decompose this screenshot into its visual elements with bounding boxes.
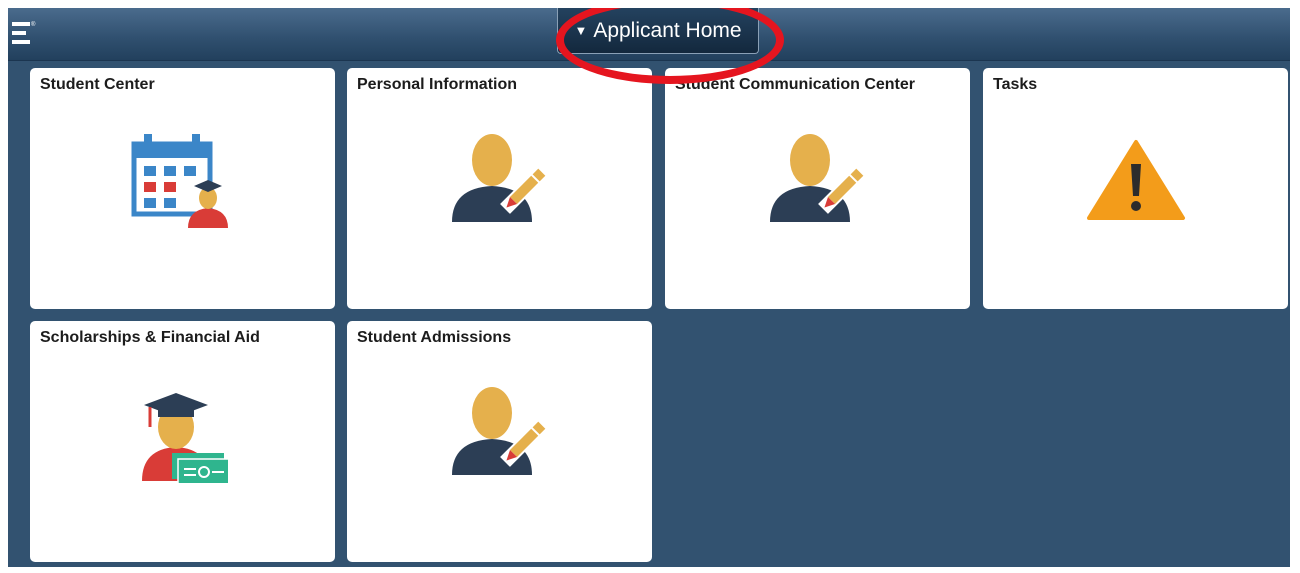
warning-icon <box>1086 138 1186 225</box>
graduate-money-icon <box>138 383 231 488</box>
person-edit-icon <box>450 381 550 486</box>
app-window: ® ▼ Applicant Home Student Center Person… <box>8 8 1290 567</box>
homepage-selector-dropdown[interactable]: ▼ Applicant Home <box>557 8 759 54</box>
tile-tasks[interactable]: Tasks <box>983 68 1288 309</box>
tile-title: Tasks <box>993 76 1038 93</box>
tile-student-admissions[interactable]: Student Admissions <box>347 321 652 562</box>
calendar-student-icon <box>130 130 234 233</box>
tile-title: Personal Information <box>357 76 518 93</box>
person-edit-icon <box>450 128 550 233</box>
tile-title: Student Admissions <box>357 329 512 346</box>
tile-title: Student Communication Center <box>675 76 916 93</box>
tile-title: Scholarships & Financial Aid <box>40 329 260 346</box>
tile-scholarships-financial-aid[interactable]: Scholarships & Financial Aid <box>30 321 335 562</box>
svg-text:®: ® <box>31 21 36 28</box>
tile-student-center[interactable]: Student Center <box>30 68 335 309</box>
tile-personal-information[interactable]: Personal Information <box>347 68 652 309</box>
homepage-label: Applicant Home <box>593 18 742 42</box>
person-edit-icon <box>768 128 868 233</box>
navbar-logo-icon[interactable]: ® <box>10 18 36 50</box>
header-bar: ® ▼ Applicant Home <box>8 8 1290 61</box>
tile-title: Student Center <box>40 76 155 93</box>
caret-down-icon: ▼ <box>574 23 588 38</box>
tile-student-communication-center[interactable]: Student Communication Center <box>665 68 970 309</box>
